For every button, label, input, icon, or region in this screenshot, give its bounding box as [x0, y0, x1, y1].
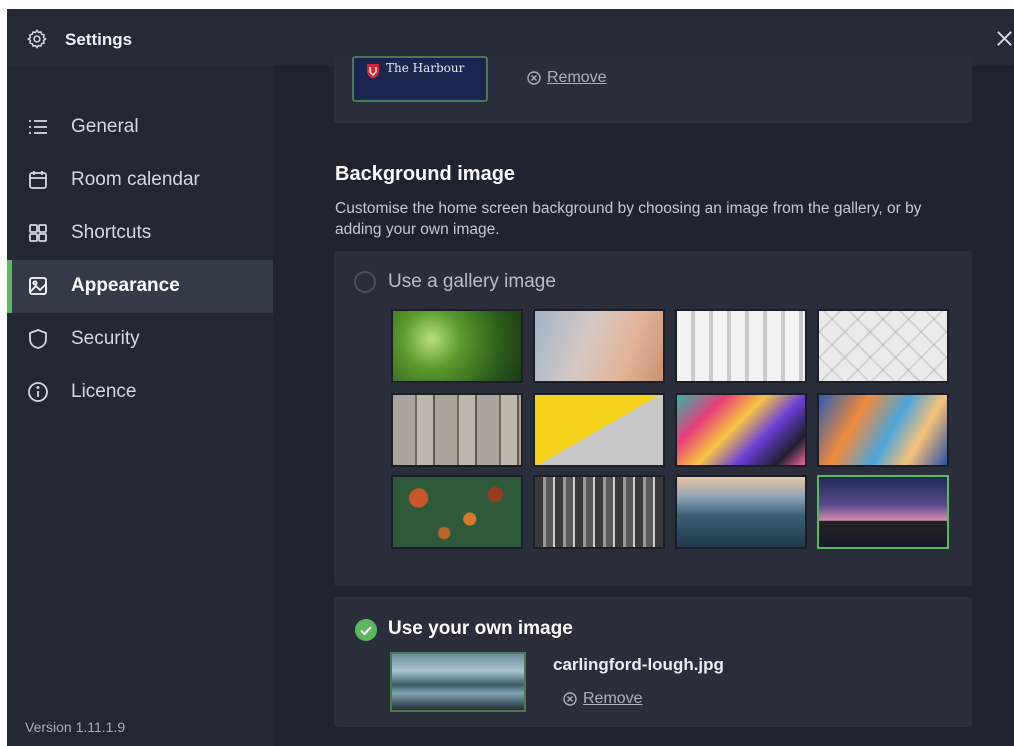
- gallery-option[interactable]: Use a gallery image: [354, 271, 556, 293]
- gallery-image-city-aerial[interactable]: [533, 475, 665, 549]
- sidebar-item-label: Room calendar: [71, 169, 200, 190]
- sidebar: General Room calendar Shortcuts Appearan…: [7, 66, 273, 746]
- own-image-filename: carlingford-lough.jpg: [553, 655, 724, 674]
- gallery-radio[interactable]: [354, 271, 376, 293]
- gallery-image-ocean-waves[interactable]: [675, 475, 807, 549]
- own-image-card: Use your own image carlingford-lough.jpg…: [334, 597, 972, 727]
- gallery-card: Use a gallery image: [334, 251, 972, 586]
- shield-icon: [29, 329, 47, 349]
- sidebar-item-shortcuts[interactable]: Shortcuts: [7, 207, 273, 260]
- settings-window: Settings General Room calendar Shortcuts…: [7, 9, 1014, 746]
- gallery-image-autumn-foliage[interactable]: [391, 475, 523, 549]
- gallery-image-white-blocks[interactable]: [675, 309, 807, 383]
- list-icon: [29, 120, 47, 134]
- sidebar-item-security[interactable]: Security: [7, 313, 273, 366]
- gallery-image-blue-orange-paint[interactable]: [817, 393, 949, 467]
- gallery-image-wood-planks[interactable]: [391, 393, 523, 467]
- gallery-option-label: Use a gallery image: [388, 271, 556, 292]
- own-image-thumbnail: [390, 652, 526, 712]
- sidebar-item-label: General: [71, 116, 139, 137]
- gallery-image-peach-blur[interactable]: [533, 309, 665, 383]
- sidebar-item-general[interactable]: General: [7, 101, 273, 154]
- section-title: Background image: [335, 163, 516, 185]
- logo-mark-icon: [367, 64, 379, 79]
- gallery-image-white-tiles[interactable]: [817, 309, 949, 383]
- info-icon: [28, 382, 48, 402]
- close-icon[interactable]: [995, 29, 1014, 48]
- logo-text: The Harbour: [386, 61, 465, 75]
- section-description: Customise the home screen background by …: [335, 200, 922, 238]
- sidebar-item-label: Appearance: [71, 275, 180, 296]
- gallery-image-yellow-concrete[interactable]: [533, 393, 665, 467]
- appearance-panel: The Harbour Remove Background image Cust…: [273, 56, 1014, 746]
- sidebar-item-label: Security: [71, 328, 140, 349]
- gallery-image-mountain-stars[interactable]: [817, 475, 949, 549]
- sidebar-item-licence[interactable]: Licence: [7, 366, 273, 419]
- close-circle-icon: [563, 692, 577, 706]
- check-circle-icon[interactable]: [355, 619, 377, 641]
- version-label: Version 1.11.1.9: [25, 719, 126, 735]
- window-title: Settings: [65, 30, 133, 49]
- remove-logo-button[interactable]: Remove: [527, 69, 607, 87]
- sidebar-item-room-calendar[interactable]: Room calendar: [7, 154, 273, 207]
- grid-icon: [29, 224, 47, 242]
- logo-thumbnail: The Harbour: [352, 56, 488, 102]
- sidebar-item-appearance[interactable]: Appearance: [7, 260, 273, 313]
- sidebar-item-label: Licence: [71, 381, 137, 402]
- gear-icon: [27, 29, 47, 50]
- logo-card: The Harbour Remove: [334, 56, 972, 123]
- remove-label: Remove: [547, 69, 607, 86]
- remove-own-image-button[interactable]: Remove: [563, 690, 643, 708]
- gallery-image-colorful-paint[interactable]: [675, 393, 807, 467]
- remove-label: Remove: [583, 690, 643, 707]
- gallery-image-green-bokeh[interactable]: [391, 309, 523, 383]
- close-circle-icon: [527, 71, 541, 85]
- own-option-label: Use your own image: [388, 618, 573, 639]
- calendar-icon: [29, 171, 47, 189]
- sidebar-item-label: Shortcuts: [71, 222, 152, 243]
- image-icon: [29, 277, 47, 295]
